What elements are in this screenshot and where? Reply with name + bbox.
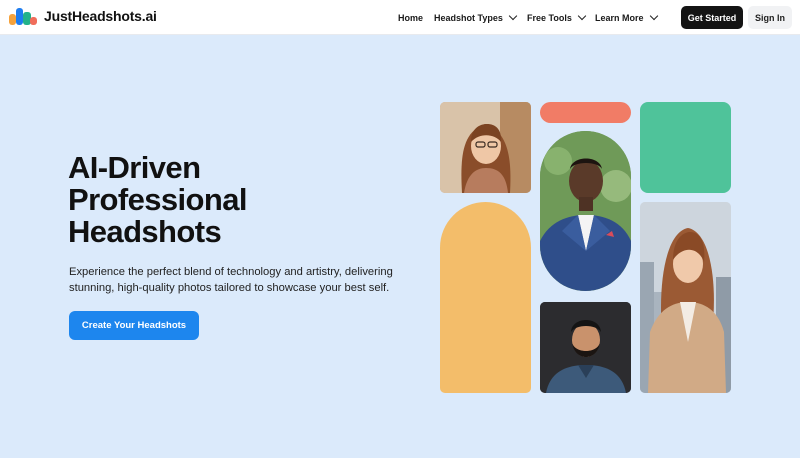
decorative-yellow-arch — [440, 202, 531, 393]
bearded-man-portrait-image — [540, 302, 631, 393]
hero-title-line: Professional — [68, 182, 247, 217]
nav-item-learn-more[interactable]: Learn More — [595, 0, 658, 35]
decorative-green-block — [640, 102, 731, 193]
top-navbar: JustHeadshots.ai Home Headshot Types Fre… — [0, 0, 800, 35]
headshot-photo-woman-glasses — [440, 102, 531, 193]
woman-glasses-portrait-image — [440, 102, 531, 193]
nav-item-home[interactable]: Home — [398, 0, 423, 35]
nav-item-free-tools[interactable]: Free Tools — [527, 0, 587, 35]
headshot-photo-bearded-man — [540, 302, 631, 393]
man-suit-portrait-image — [540, 131, 631, 291]
nav-item-label: Home — [398, 12, 424, 23]
sign-in-button[interactable]: Sign In — [748, 6, 792, 29]
woman-blazer-portrait-image — [640, 202, 731, 393]
decorative-coral-pill — [540, 102, 631, 123]
nav-item-headshot-types[interactable]: Headshot Types — [434, 0, 518, 35]
get-started-button[interactable]: Get Started — [681, 6, 743, 29]
hero-subtitle: Experience the perfect blend of technolo… — [69, 266, 393, 294]
hero-title: AI-Driven Professional Headshots — [68, 152, 328, 248]
chevron-down-icon — [649, 11, 658, 21]
hero-title-line: AI-Driven — [68, 150, 201, 185]
chevron-down-icon — [508, 11, 518, 21]
nav-item-label: Headshot Types — [434, 12, 503, 23]
hero-title-line: Headshots — [68, 214, 222, 249]
nav-item-label: Learn More — [595, 12, 644, 23]
chevron-down-icon — [577, 11, 587, 21]
brand-logo-icon — [8, 7, 40, 25]
brand-logo[interactable]: JustHeadshots.ai — [8, 7, 157, 25]
headshot-photo-man-suit — [540, 131, 631, 291]
create-headshots-button[interactable]: Create Your Headshots — [69, 311, 199, 340]
headshot-photo-woman-blazer — [640, 202, 731, 393]
brand-name: JustHeadshots.ai — [44, 8, 157, 24]
nav-item-label: Free Tools — [527, 12, 572, 23]
